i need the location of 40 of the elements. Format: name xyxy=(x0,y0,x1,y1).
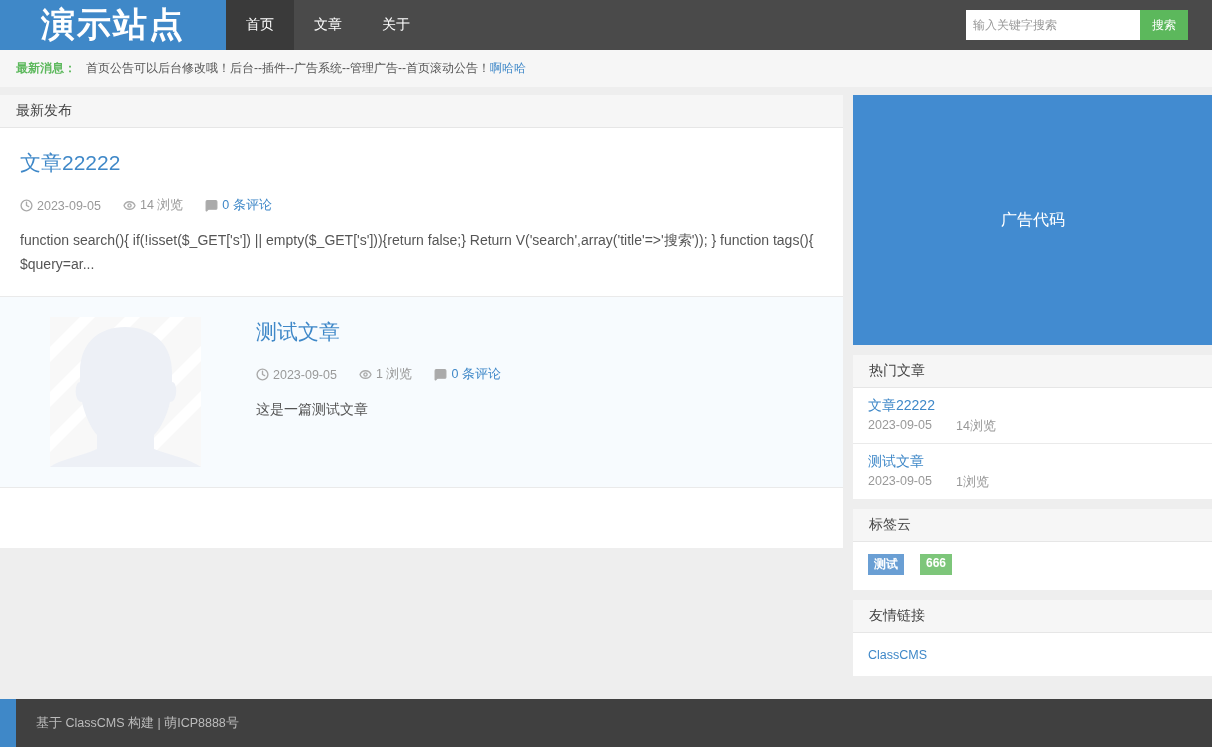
clock-icon xyxy=(20,199,33,212)
view-count: 14 浏览 xyxy=(139,197,184,214)
notice-label: 最新消息： xyxy=(16,60,76,77)
article-date: 2023-09-05 xyxy=(868,418,932,434)
comment-icon xyxy=(205,199,219,212)
hot-article-link[interactable]: 测试文章 xyxy=(868,453,924,471)
eye-icon xyxy=(358,368,372,381)
article-excerpt: function search(){ if(!isset($_GET['s']) || empty($_GET['s'])){return false;} Return V('search',array('title'=>'搜索')); } function tags(){ $query=ar... xyxy=(20,231,815,274)
eye-icon xyxy=(122,199,136,212)
view-count: 14浏览 xyxy=(955,418,996,435)
view-count: 1 浏览 xyxy=(375,366,413,383)
notice-text: 首页公告可以后台修改哦！后台--插件--广告系统--管理广告--首页滚动公告！ xyxy=(86,60,490,77)
section-heading: 最新发布 xyxy=(0,95,843,128)
search-field[interactable]: 输入关键字搜索 xyxy=(966,10,1140,40)
hot-article-link[interactable]: 文章22222 xyxy=(868,397,935,415)
view-count: 1浏览 xyxy=(955,474,989,491)
site-logo[interactable]: 演示站点 xyxy=(0,0,226,50)
section-heading: 标签云 xyxy=(853,509,1212,542)
nav-item[interactable]: 首页 xyxy=(226,0,294,50)
article-date: 2023-09-05 xyxy=(37,198,101,213)
article-date: 2023-09-05 xyxy=(868,474,932,490)
comment-link[interactable]: 0 条评论 xyxy=(222,197,272,214)
notice-link[interactable]: 啊哈哈 xyxy=(489,60,526,77)
article-title[interactable]: 文章22222 xyxy=(20,149,121,177)
nav-item[interactable]: 文章 xyxy=(294,0,362,50)
nav-item[interactable]: 关于 xyxy=(362,0,430,50)
article-excerpt: 这是一篇测试文章 xyxy=(256,400,369,419)
section-heading: 友情链接 xyxy=(853,600,1212,633)
tag[interactable]: 测试 xyxy=(868,554,904,575)
ad-banner[interactable]: 广告代码 xyxy=(853,95,1212,345)
clock-icon xyxy=(256,368,269,381)
comment-icon xyxy=(434,368,448,381)
comment-link[interactable]: 0 条评论 xyxy=(451,366,501,383)
article-date: 2023-09-05 xyxy=(273,367,337,382)
section-heading: 热门文章 xyxy=(853,355,1212,388)
article-title[interactable]: 测试文章 xyxy=(256,318,340,346)
search-button[interactable]: 搜索 xyxy=(1140,10,1188,40)
friend-link[interactable]: ClassCMS xyxy=(868,648,928,662)
tag[interactable]: 666 xyxy=(920,554,953,575)
footer-text: 基于 ClassCMS 构建 | 萌ICP8888号 xyxy=(36,714,239,732)
